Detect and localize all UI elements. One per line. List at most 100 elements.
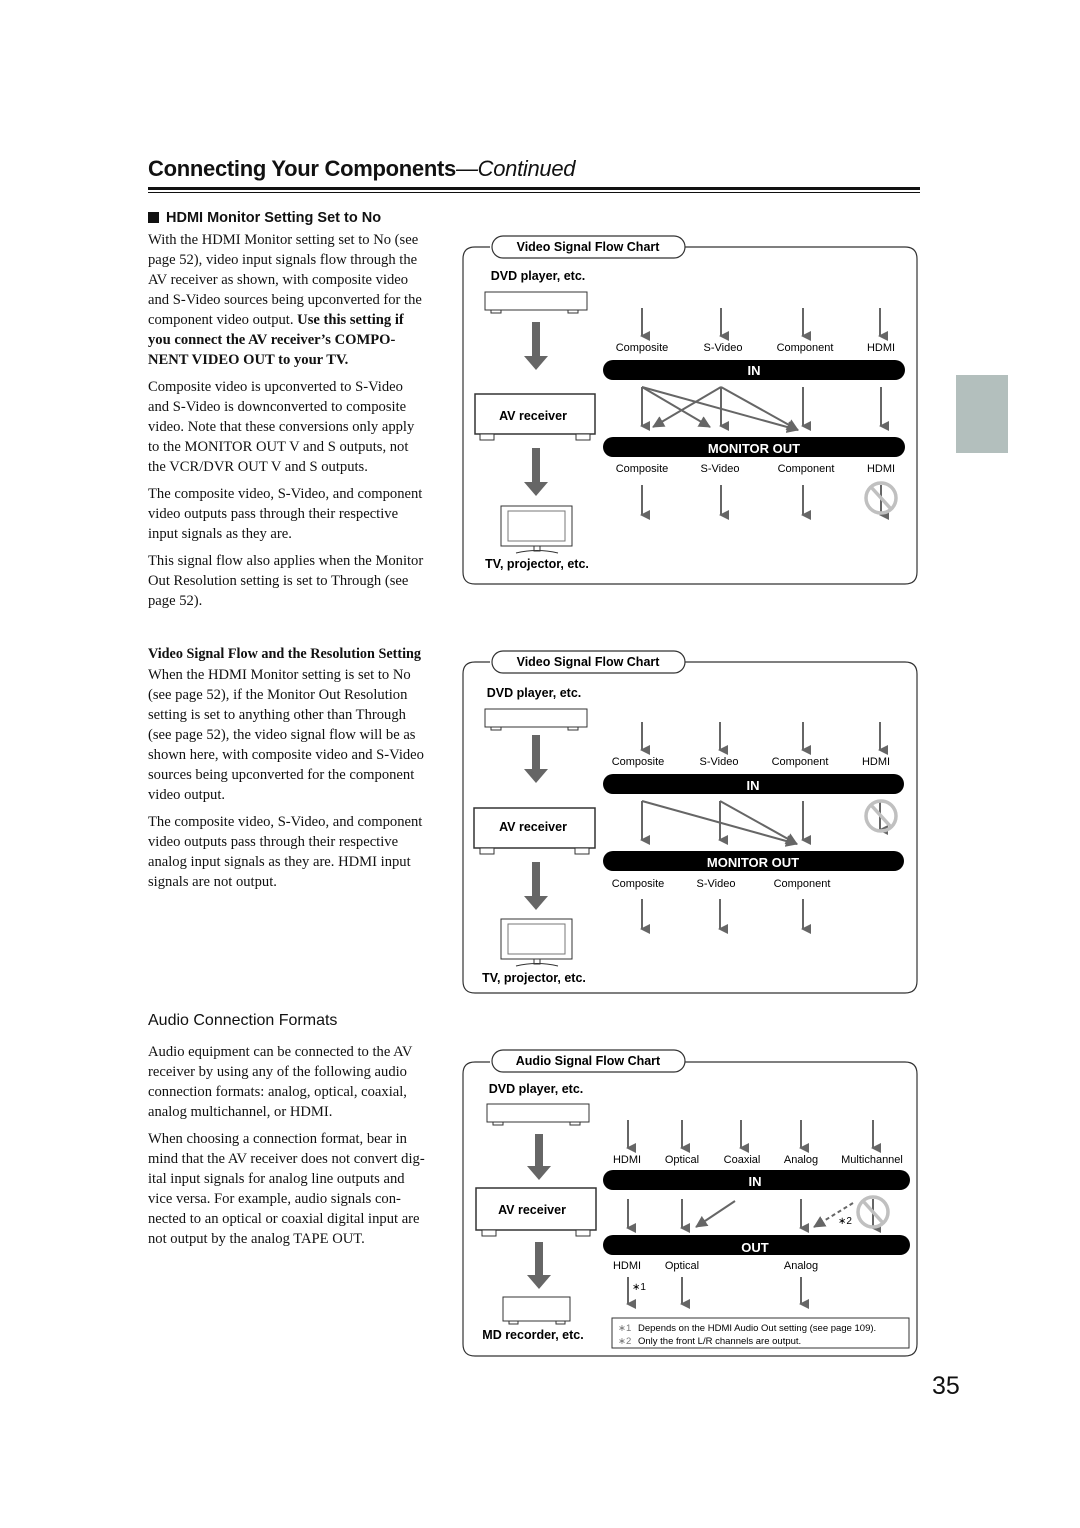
input-label: HDMI (862, 756, 890, 768)
footnote-mark: ∗2 (618, 1336, 631, 1347)
input-label: Multichannel (841, 1154, 903, 1166)
section1-para3: The composite video, S-Video, and compon… (148, 484, 458, 544)
conversion-arrows (626, 1199, 881, 1233)
out-bar-label: MONITOR OUT (708, 441, 800, 456)
section-heading-audio: Audio Connection Formats (148, 1012, 338, 1029)
conversion-arrows (640, 386, 889, 433)
text-line: (see page 52), if the Monitor Out Resolu… (148, 687, 408, 703)
output-arrows (640, 485, 889, 520)
input-label: Component (772, 756, 829, 768)
text-line: sources being upconverted for the compon… (148, 767, 415, 783)
text-line: The composite video, S-Video, and compon… (148, 814, 423, 830)
source-label: DVD player, etc. (491, 269, 586, 283)
text-line: connection formats: analog, optical, coa… (148, 1084, 407, 1100)
text-line: video. Note that these conversions only … (148, 419, 415, 435)
input-label: Optical (665, 1154, 699, 1166)
video-flow-chart-2: Video Signal Flow Chart DVD player, etc.… (462, 650, 918, 994)
dvd-player-icon (484, 708, 588, 731)
flow-down-arrow (524, 735, 548, 783)
text-bold: NENT VIDEO OUT to your TV. (148, 352, 349, 368)
side-tab (956, 375, 1008, 453)
subheading-resolution: Video Signal Flow and the Resolution Set… (148, 646, 422, 662)
section3-para2: When choosing a connection format, bear … (148, 1129, 458, 1249)
text-line: component video output. Use this setting… (148, 310, 458, 330)
section2-para2: The composite video, S-Video, and compon… (148, 812, 458, 892)
section1-para4: This signal flow also applies when the M… (148, 551, 458, 611)
section-heading-hdmi-monitor: HDMI Monitor Setting Set to No (148, 210, 381, 226)
text-line: When choosing a connection format, bear … (148, 1131, 407, 1147)
section1-para2: Composite video is upconverted to S-Vide… (148, 377, 458, 477)
text-line: page 52). (148, 593, 203, 609)
section3-para1: Audio equipment can be connected to the … (148, 1042, 458, 1122)
text-line: signals are not output. (148, 874, 277, 890)
text-line: AV receiver as shown, with composite vid… (148, 272, 409, 288)
footnote-text: Depends on the HDMI Audio Out setting (s… (638, 1323, 876, 1334)
flow-down-arrow (524, 322, 548, 370)
text-line: page 52), video input signals flow throu… (148, 252, 418, 268)
section2-para1: When the HDMI Monitor setting is set to … (148, 665, 458, 805)
page-title: Connecting Your Components—Continued (148, 156, 576, 182)
receiver-label: AV receiver (499, 820, 567, 834)
input-label: HDMI (867, 342, 895, 354)
text-line: When the HDMI Monitor setting is set to … (148, 667, 411, 683)
square-bullet-icon (148, 212, 159, 223)
output-arrows (626, 1277, 809, 1309)
conversion-arrows (640, 800, 888, 847)
display-label: MD recorder, etc. (482, 1328, 583, 1342)
source-label: DVD player, etc. (487, 686, 582, 700)
text-line: nected to an optical or coaxial digital … (148, 1211, 420, 1227)
dvd-player-icon (484, 291, 588, 314)
text-bold: you connect the AV receiver’s COMPO- (148, 332, 396, 348)
chart-tab-label: Video Signal Flow Chart (517, 655, 661, 669)
text-line: analog multichannel, or HDMI. (148, 1104, 333, 1120)
footnote-mark: ∗1 (618, 1323, 631, 1334)
text-line: the VCR/DVR OUT V and S outputs. (148, 459, 368, 475)
out-bar-label: OUT (741, 1240, 769, 1255)
dvd-player-icon (486, 1103, 590, 1126)
output-label: Composite (612, 878, 665, 890)
text-span: component video output. (148, 312, 298, 328)
text-line: receiver by using any of the following a… (148, 1064, 407, 1080)
flow-down-arrow (524, 862, 548, 910)
output-label: Composite (616, 463, 669, 475)
input-label: S-Video (700, 756, 739, 768)
text-line: Audio equipment can be connected to the … (148, 1044, 413, 1060)
output-label: HDMI (613, 1260, 641, 1272)
output-arrows (640, 899, 811, 934)
output-label: S-Video (697, 878, 736, 890)
text-line: Out Resolution setting is set to Through… (148, 573, 409, 589)
text-line: analog input signals as they are. HDMI i… (148, 854, 411, 870)
tv-icon (500, 505, 573, 554)
chart-tab-label: Audio Signal Flow Chart (516, 1054, 661, 1068)
text-line: and S-Video is downconverted to composit… (148, 399, 407, 415)
title-rule (148, 187, 920, 190)
output-label: Analog (784, 1260, 818, 1272)
text-line: video outputs pass through their respect… (148, 834, 399, 850)
title-main: Connecting Your Components (148, 156, 456, 181)
flow-down-arrow (527, 1134, 551, 1180)
display-label: TV, projector, etc. (482, 971, 586, 985)
receiver-label: AV receiver (498, 1203, 566, 1217)
footnote-mark: ∗1 (632, 1282, 646, 1293)
input-label: S-Video (704, 342, 743, 354)
text-line: The composite video, S-Video, and compon… (148, 486, 423, 502)
in-bar-label: IN (748, 363, 761, 378)
input-arrows (640, 308, 888, 341)
md-recorder-icon (502, 1296, 571, 1325)
input-label: Component (777, 342, 834, 354)
text-line: input signals as they are. (148, 526, 292, 542)
title-suffix: —Continued (455, 156, 576, 181)
input-label: HDMI (613, 1154, 641, 1166)
text-line: With the HDMI Monitor setting set to No … (148, 232, 419, 248)
audio-flow-chart: Audio Signal Flow Chart DVD player, etc.… (462, 1049, 918, 1357)
text-line: Composite video is upconverted to S-Vide… (148, 379, 403, 395)
text-bold: Use this setting if (297, 312, 404, 328)
output-label: Optical (665, 1260, 699, 1272)
text-line: and S-Video sources being upconverted fo… (148, 292, 422, 308)
input-label: Analog (784, 1154, 818, 1166)
source-label: DVD player, etc. (489, 1082, 584, 1096)
text-line: video output. (148, 787, 226, 803)
input-label: Composite (616, 342, 669, 354)
flow-down-arrow (524, 448, 548, 496)
text-line: This signal flow also applies when the M… (148, 553, 424, 569)
